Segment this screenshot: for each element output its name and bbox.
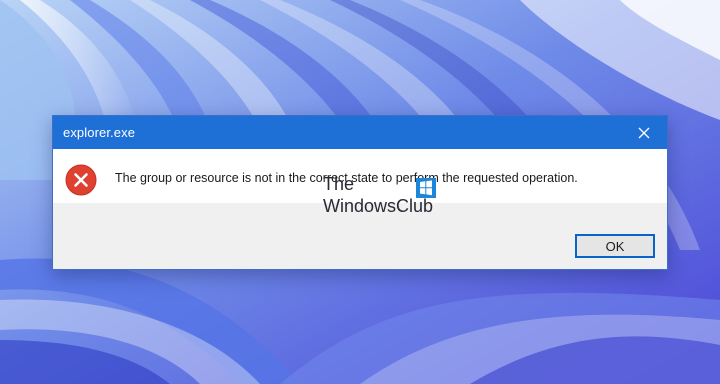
dialog-titlebar: explorer.exe	[53, 116, 667, 149]
watermark: The WindowsClub	[323, 174, 453, 226]
error-dialog: explorer.exe The group or resource is no…	[52, 115, 668, 270]
windows-logo-icon	[416, 178, 436, 198]
error-icon	[65, 164, 97, 196]
ok-button[interactable]: OK	[575, 234, 655, 258]
close-button[interactable]	[621, 116, 667, 149]
watermark-line1: The	[323, 174, 355, 194]
close-icon	[638, 127, 650, 138]
watermark-line2: WindowsClub	[323, 196, 434, 216]
dialog-title: explorer.exe	[63, 125, 136, 140]
